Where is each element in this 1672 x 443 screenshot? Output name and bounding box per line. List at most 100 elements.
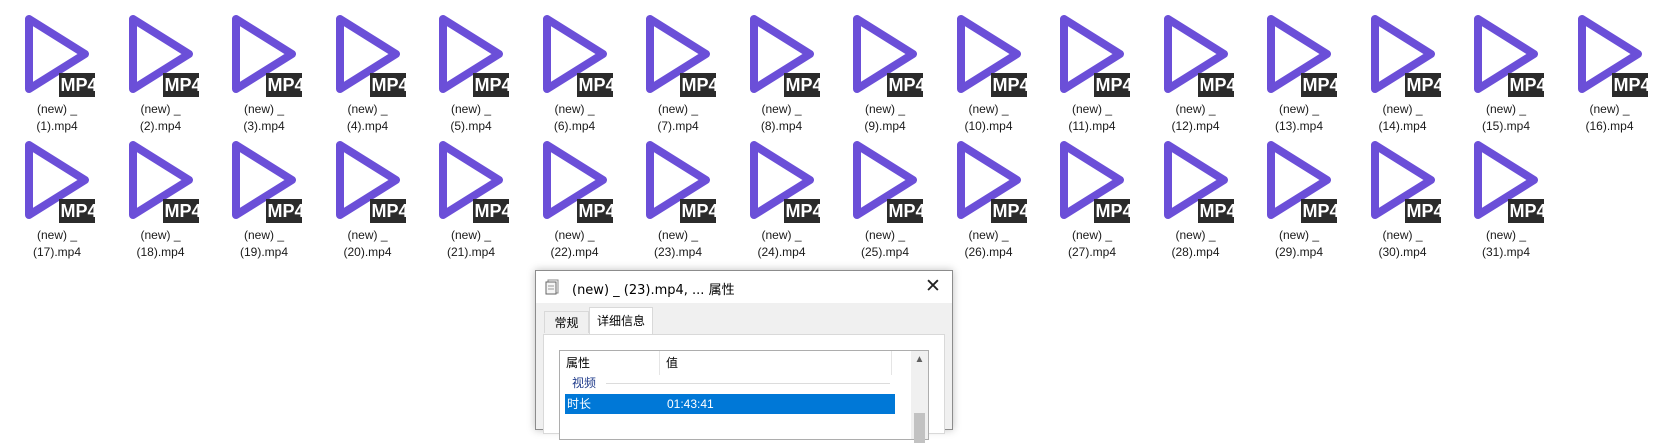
file-item[interactable]: MP4 (new) _ (16).mp4 — [1560, 5, 1660, 133]
mp4-badge-text: MP4 — [474, 201, 509, 221]
property-list[interactable]: 属性 值 视频 时长 01:43:41 ▲ — [559, 350, 929, 443]
file-item[interactable]: MP4 (new) _ (23).mp4 — [628, 131, 728, 259]
file-item[interactable]: MP4 (new) _ (21).mp4 — [421, 131, 521, 259]
file-item[interactable]: MP4 (new) _ (8).mp4 — [732, 5, 832, 133]
tab-details[interactable]: 详细信息 — [589, 307, 653, 335]
file-name: (new) _ (6).mp4 — [525, 101, 625, 135]
file-item[interactable]: MP4 (new) _ (26).mp4 — [939, 131, 1039, 259]
file-item[interactable]: MP4 (new) _ (15).mp4 — [1456, 5, 1556, 133]
dialog-titlebar[interactable]: (new) _ (23).mp4, ... 属性 ✕ — [536, 271, 952, 303]
property-row-duration[interactable]: 时长 01:43:41 — [565, 394, 895, 414]
file-item[interactable]: MP4 (new) _ (18).mp4 — [111, 131, 211, 259]
file-name: (new) _ (27).mp4 — [1042, 227, 1142, 261]
group-divider — [606, 383, 890, 384]
tab-general[interactable]: 常规 — [544, 311, 589, 333]
mp4-play-icon: MP4 — [439, 141, 509, 223]
mp4-badge-text: MP4 — [785, 201, 820, 221]
property-key: 时长 — [567, 397, 592, 411]
scroll-thumb[interactable] — [914, 413, 925, 443]
mp4-badge-text: MP4 — [785, 75, 820, 95]
file-name: (new) _ (19).mp4 — [214, 227, 314, 261]
file-name: (new) _ (24).mp4 — [732, 227, 832, 261]
mp4-play-icon: MP4 — [749, 15, 820, 97]
file-item[interactable]: MP4 (new) _ (20).mp4 — [318, 131, 418, 259]
file-item[interactable]: MP4 (new) _ (7).mp4 — [628, 5, 728, 133]
scroll-up-arrow-icon[interactable]: ▲ — [911, 351, 928, 368]
file-item[interactable]: MP4 (new) _ (22).mp4 — [525, 131, 625, 259]
file-name: (new) _ (26).mp4 — [939, 227, 1039, 261]
mp4-play-icon: MP4 — [1060, 141, 1130, 223]
mp4-badge-text: MP4 — [474, 75, 509, 95]
mp4-badge-text: MP4 — [60, 75, 95, 95]
file-name-line1: (new) _ — [243, 102, 284, 116]
mp4-badge-text: MP4 — [1095, 75, 1130, 95]
file-item[interactable]: MP4 (new) _ (31).mp4 — [1456, 131, 1556, 259]
mp4-badge-text: MP4 — [60, 201, 95, 221]
mp4-play-icon: MP4 — [232, 141, 302, 223]
mp4-badge-text: MP4 — [1199, 75, 1234, 95]
file-item[interactable]: MP4 (new) _ (6).mp4 — [525, 5, 625, 133]
mp4-play-icon: MP4 — [1267, 141, 1337, 223]
close-button[interactable]: ✕ — [920, 274, 946, 300]
file-name-line1: (new) _ — [347, 228, 388, 242]
file-item[interactable]: MP4 (new) _ (10).mp4 — [939, 5, 1039, 133]
file-name: (new) _ (28).mp4 — [1146, 227, 1246, 261]
vertical-scrollbar[interactable]: ▲ — [911, 351, 928, 443]
file-item[interactable]: MP4 (new) _ (25).mp4 — [835, 131, 935, 259]
file-name: (new) _ (2).mp4 — [111, 101, 211, 135]
file-item[interactable]: MP4 (new) _ (9).mp4 — [835, 5, 935, 133]
file-name: (new) _ (3).mp4 — [214, 101, 314, 135]
file-name-line2: (20).mp4 — [343, 245, 392, 259]
file-name-line2: (31).mp4 — [1481, 245, 1531, 259]
file-item[interactable]: MP4 (new) _ (1).mp4 — [7, 5, 107, 133]
file-item[interactable]: MP4 (new) _ (29).mp4 — [1249, 131, 1349, 259]
file-name: (new) _ (29).mp4 — [1249, 227, 1349, 261]
file-item[interactable]: MP4 (new) _ (19).mp4 — [214, 131, 314, 259]
mp4-play-icon: MP4 — [1060, 15, 1130, 97]
file-name-line1: (new) _ — [1071, 228, 1112, 242]
file-item[interactable]: MP4 (new) _ (24).mp4 — [732, 131, 832, 259]
mp4-play-icon: MP4 — [25, 15, 95, 97]
mp4-badge-text: MP4 — [164, 201, 199, 221]
file-name-line1: (new) _ — [450, 102, 491, 116]
file-name-line1: (new) _ — [36, 228, 77, 242]
file-name: (new) _ (1).mp4 — [7, 101, 107, 135]
file-item[interactable]: MP4 (new) _ (27).mp4 — [1042, 131, 1142, 259]
mp4-play-icon: MP4 — [232, 15, 302, 97]
file-item[interactable]: MP4 (new) _ (3).mp4 — [214, 5, 314, 133]
file-item[interactable]: MP4 (new) _ (12).mp4 — [1146, 5, 1246, 133]
mp4-badge-text: MP4 — [1509, 75, 1544, 95]
file-item[interactable]: MP4 (new) _ (13).mp4 — [1249, 5, 1349, 133]
file-item[interactable]: MP4 (new) _ (5).mp4 — [421, 5, 521, 133]
column-header-property[interactable]: 属性 — [560, 351, 660, 375]
file-name-line2: (30).mp4 — [1378, 245, 1427, 259]
file-item[interactable]: MP4 (new) _ (30).mp4 — [1353, 131, 1453, 259]
file-name: (new) _ (21).mp4 — [421, 227, 521, 261]
mp4-play-icon: MP4 — [646, 15, 716, 97]
file-name-line1: (new) _ — [1175, 102, 1216, 116]
file-name-line1: (new) _ — [968, 102, 1009, 116]
mp4-play-icon: MP4 — [1474, 15, 1544, 97]
mp4-badge-text: MP4 — [578, 201, 613, 221]
file-item[interactable]: MP4 (new) _ (14).mp4 — [1353, 5, 1453, 133]
mp4-play-icon: MP4 — [335, 15, 406, 97]
file-name-line1: (new) _ — [554, 102, 595, 116]
file-name: (new) _ (14).mp4 — [1353, 101, 1453, 135]
file-name-line1: (new) _ — [1278, 228, 1319, 242]
column-header-value[interactable]: 值 — [660, 351, 892, 375]
file-item[interactable]: MP4 (new) _ (2).mp4 — [111, 5, 211, 133]
mp4-badge-text: MP4 — [1613, 75, 1648, 95]
file-name-line2: (26).mp4 — [964, 245, 1013, 259]
mp4-play-icon: MP4 — [853, 141, 923, 223]
file-name: (new) _ (30).mp4 — [1353, 227, 1453, 261]
properties-icon — [545, 279, 559, 295]
file-grid: MP4 (new) _ (1).mp4 MP4 (new) _ (2).mp4 MP4 (… — [0, 0, 1672, 270]
mp4-play-icon: MP4 — [25, 141, 95, 223]
file-item[interactable]: MP4 (new) _ (11).mp4 — [1042, 5, 1142, 133]
mp4-badge-text: MP4 — [371, 201, 406, 221]
file-item[interactable]: MP4 (new) _ (17).mp4 — [7, 131, 107, 259]
mp4-badge-text: MP4 — [267, 75, 302, 95]
file-name-line1: (new) _ — [761, 102, 802, 116]
file-item[interactable]: MP4 (new) _ (28).mp4 — [1146, 131, 1246, 259]
file-item[interactable]: MP4 (new) _ (4).mp4 — [318, 5, 418, 133]
